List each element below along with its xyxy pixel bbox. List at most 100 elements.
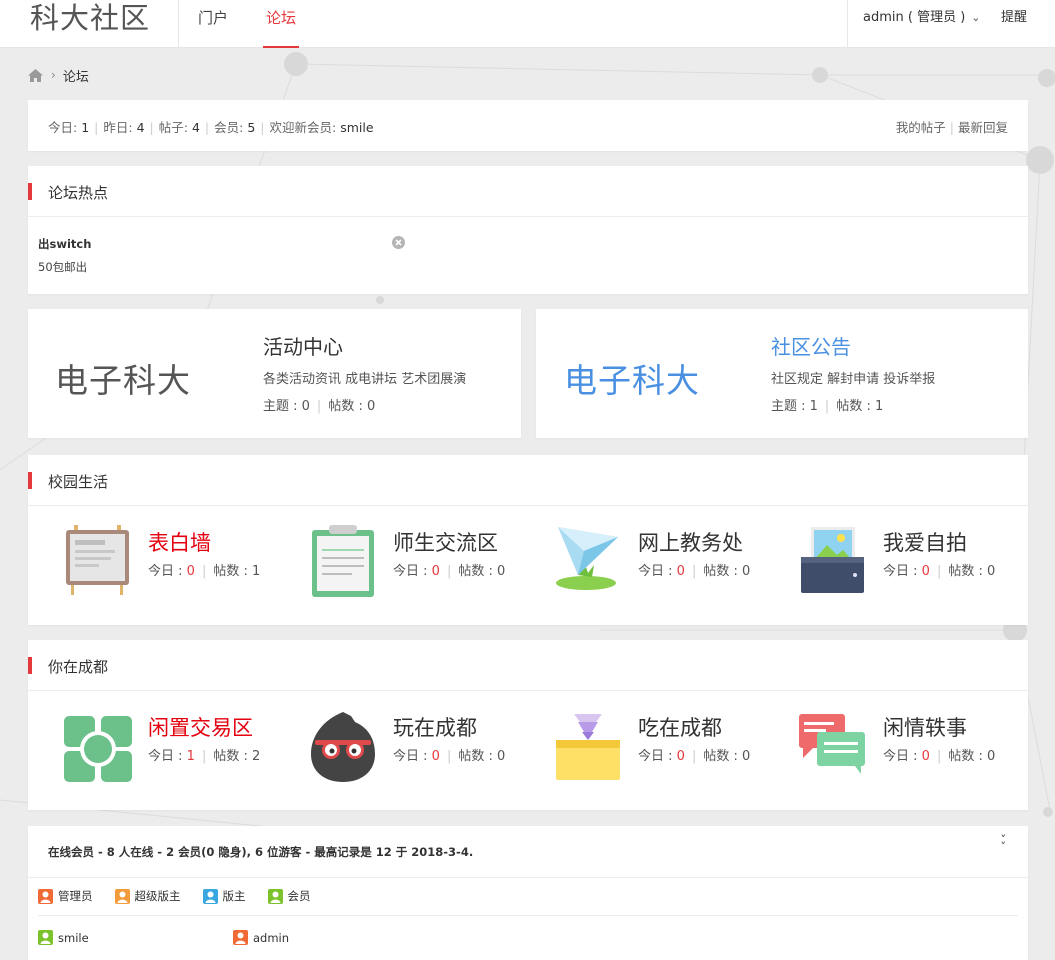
forum-stats: 今日 : 0 | 帖数 : 0 [638,564,751,579]
nav-forum[interactable]: 论坛 [262,0,300,48]
forum-item[interactable]: 网上教务处 今日 : 0 | 帖数 : 0 [518,525,763,605]
today-count: 1 [81,120,90,135]
moderator-user-icon [202,888,218,904]
legend-item: 会员 [267,888,311,904]
double-chevron-down-icon[interactable]: ˅ ˅ [1001,834,1007,852]
section-marker [28,472,32,489]
post-count: 帖数 : 0 [703,564,751,579]
yesterday-label: 昨日: [103,120,133,135]
breadcrumb-separator: › [51,68,56,82]
hot-topics-panel: 论坛热点 出switch 50包邮出 [28,166,1028,294]
online-member[interactable]: smile [38,930,89,945]
post-count: 帖数 : 2 [213,749,261,764]
campus-life-section: 校园生活 表白墙 今日 : 0 | 帖数 : 1 师生交流区 今日 : 0 | 帖数 :… [28,455,1028,625]
post-count: 帖数 : 0 [703,749,751,764]
forum-stats-bar: 今日: 1 | 昨日: 4 | 帖子: 4 | 会员: 5 | 欢迎新会员: smile 我的帖… [28,100,1028,151]
newest-member-link[interactable]: smile [340,120,373,135]
admin-user-icon [38,888,53,904]
my-posts-link[interactable]: 我的帖子 [896,120,946,135]
today-label: 今日: [48,120,78,135]
today-label: 今日 : [393,749,432,764]
card-topics: 主题 : 1 [771,399,818,414]
forum-stats: 今日 : 0 | 帖数 : 0 [638,749,751,764]
members-label: 会员: [214,120,244,135]
card-desc: 各类活动资讯 成电讲坛 艺术团展演 [263,372,467,387]
legend-item: 版主 [202,888,246,904]
forum-item[interactable]: 我爱自拍 今日 : 0 | 帖数 : 0 [763,525,1008,605]
forum-name[interactable]: 闲置交易区 [148,712,253,742]
forum-stats: 今日 : 1 | 帖数 : 2 [148,749,261,764]
user-name: admin ( 管理员 ) [863,10,966,25]
forum-name[interactable]: 我爱自拍 [883,527,967,557]
section-header: 你在成都 [28,640,1028,691]
photo-icon [801,527,864,593]
stats-summary: 今日: 1 | 昨日: 4 | 帖子: 4 | 会员: 5 | 欢迎新会员: smile [48,120,374,135]
announcement-card[interactable]: 电子科大 社区公告 社区规定 解封申请 投诉举报 主题 : 1 | 帖数 : 1 [536,309,1028,438]
forum-name[interactable]: 吃在成都 [638,712,722,742]
user-menu[interactable]: admin ( 管理员 ) ⌄ [863,0,981,48]
close-icon[interactable] [392,236,405,249]
welcome-label: 欢迎新会员: [269,120,337,135]
member-name[interactable]: admin [253,931,289,945]
online-member[interactable]: admin [233,930,289,945]
forum-name[interactable]: 网上教务处 [638,527,743,557]
forum-name[interactable]: 表白墙 [148,527,211,557]
card-posts: 帖数 : 1 [836,399,884,414]
legend-item: 超级版主 [114,888,181,904]
today-label: 今日 : [148,749,187,764]
latest-replies-link[interactable]: 最新回复 [958,120,1008,135]
breadcrumb-current[interactable]: 论坛 [63,66,89,85]
forum-item[interactable]: 闲情轶事 今日 : 0 | 帖数 : 0 [763,710,1008,790]
card-topics: 主题 : 0 [263,399,310,414]
section-title: 论坛热点 [48,184,109,202]
forum-item[interactable]: 表白墙 今日 : 0 | 帖数 : 1 [28,525,273,605]
section-marker [28,657,32,674]
forum-item[interactable]: 师生交流区 今日 : 0 | 帖数 : 0 [273,525,518,605]
today-count: 0 [431,564,440,579]
card-title[interactable]: 活动中心 [263,331,343,360]
home-icon[interactable] [28,68,43,82]
post-count: 帖数 : 0 [948,564,996,579]
today-label: 今日 : [393,564,432,579]
post-count: 帖数 : 1 [213,564,261,579]
card-logo-text: 电子科大 [564,361,700,400]
card-title[interactable]: 社区公告 [771,331,851,360]
today-count: 0 [676,564,685,579]
online-members-panel: 在线会员 - 8 人在线 - 2 会员(0 隐身), 6 位游客 - 最高记录是… [28,826,1028,960]
card-count: 主题 : 1 | 帖数 : 1 [771,399,884,414]
chat-bubbles-icon [799,714,865,774]
easel-icon [66,525,129,595]
today-count: 0 [921,749,930,764]
remind-link[interactable]: 提醒 [1001,0,1027,36]
forum-name[interactable]: 师生交流区 [393,527,498,557]
posts-count: 4 [191,120,200,135]
forum-item[interactable]: 玩在成都 今日 : 0 | 帖数 : 0 [273,710,518,790]
today-count: 0 [186,564,195,579]
chengdu-section: 你在成都 闲置交易区 今日 : 1 | 帖数 : 2 玩在成都 今日 : 0 | 帖数 … [28,640,1028,810]
card-desc: 社区规定 解封申请 投诉举报 [771,372,936,387]
site-logo[interactable]: 科大社区 [30,0,150,48]
legend-label: 管理员 [58,889,93,903]
today-count: 0 [921,564,930,579]
hot-item-title[interactable]: 出switch [38,236,91,252]
member-legend: 管理员 超级版主 版主 会员 [38,888,333,904]
forum-stats: 今日 : 0 | 帖数 : 1 [148,564,261,579]
activity-center-card[interactable]: 电子科大 活动中心 各类活动资讯 成电讲坛 艺术团展演 主题 : 0 | 帖数 : … [28,309,521,438]
forum-name[interactable]: 闲情轶事 [883,712,967,742]
divider [38,915,1018,916]
hot-item-desc: 50包邮出 [38,260,88,274]
member-user-icon [38,930,53,945]
member-name[interactable]: smile [58,931,89,945]
post-count: 帖数 : 0 [458,564,506,579]
members-count: 5 [247,120,256,135]
nav-portal[interactable]: 门户 [198,0,228,48]
forum-item[interactable]: 吃在成都 今日 : 0 | 帖数 : 0 [518,710,763,790]
today-count: 0 [676,749,685,764]
section-title: 校园生活 [48,473,109,491]
forum-item[interactable]: 闲置交易区 今日 : 1 | 帖数 : 2 [28,710,273,790]
online-header: 在线会员 - 8 人在线 - 2 会员(0 隐身), 6 位游客 - 最高记录是… [28,826,1028,878]
forum-name[interactable]: 玩在成都 [393,712,477,742]
today-label: 今日 : [883,564,922,579]
member-user-icon [267,888,283,904]
legend-label: 会员 [287,889,311,903]
